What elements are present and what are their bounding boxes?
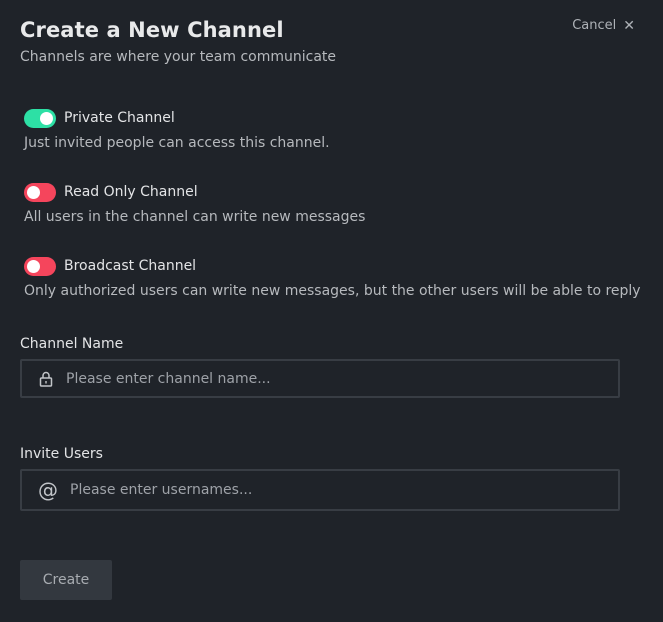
private-channel-description: Just invited people can access this chan… (24, 135, 330, 151)
channel-name-field[interactable] (20, 359, 620, 398)
channel-name-label: Channel Name (20, 336, 124, 352)
create-button[interactable]: Create (20, 560, 112, 600)
option-read-only-channel: Read Only Channel All users in the chann… (24, 182, 365, 226)
toggle-knob (27, 259, 40, 273)
cancel-label: Cancel (572, 18, 617, 33)
lock-icon (31, 371, 61, 387)
broadcast-channel-toggle[interactable] (24, 256, 56, 276)
invite-users-field[interactable]: @ (20, 469, 620, 511)
read-only-channel-toggle[interactable] (24, 182, 56, 202)
option-broadcast-channel: Broadcast Channel Only authorized users … (24, 256, 641, 300)
modal-title: Create a New Channel (20, 18, 284, 42)
at-sign-icon: @ (38, 478, 58, 502)
cancel-button[interactable]: Cancel ✕ (572, 18, 635, 33)
broadcast-channel-description: Only authorized users can write new mess… (24, 283, 641, 299)
close-icon: ✕ (623, 17, 635, 34)
invite-users-label: Invite Users (20, 446, 103, 462)
read-only-channel-description: All users in the channel can write new m… (24, 209, 366, 225)
private-channel-toggle[interactable] (24, 108, 56, 128)
channel-name-input[interactable] (66, 366, 618, 391)
private-channel-label: Private Channel (64, 110, 175, 126)
toggle-knob (27, 185, 40, 199)
modal-subtitle: Channels are where your team communicate (20, 49, 337, 65)
create-channel-modal: Create a New Channel Channels are where … (0, 0, 663, 622)
broadcast-channel-label: Broadcast Channel (64, 258, 197, 274)
invite-users-input[interactable] (70, 478, 618, 502)
read-only-channel-label: Read Only Channel (64, 184, 198, 200)
option-private-channel: Private Channel Just invited people can … (24, 108, 330, 152)
toggle-knob (40, 111, 53, 125)
